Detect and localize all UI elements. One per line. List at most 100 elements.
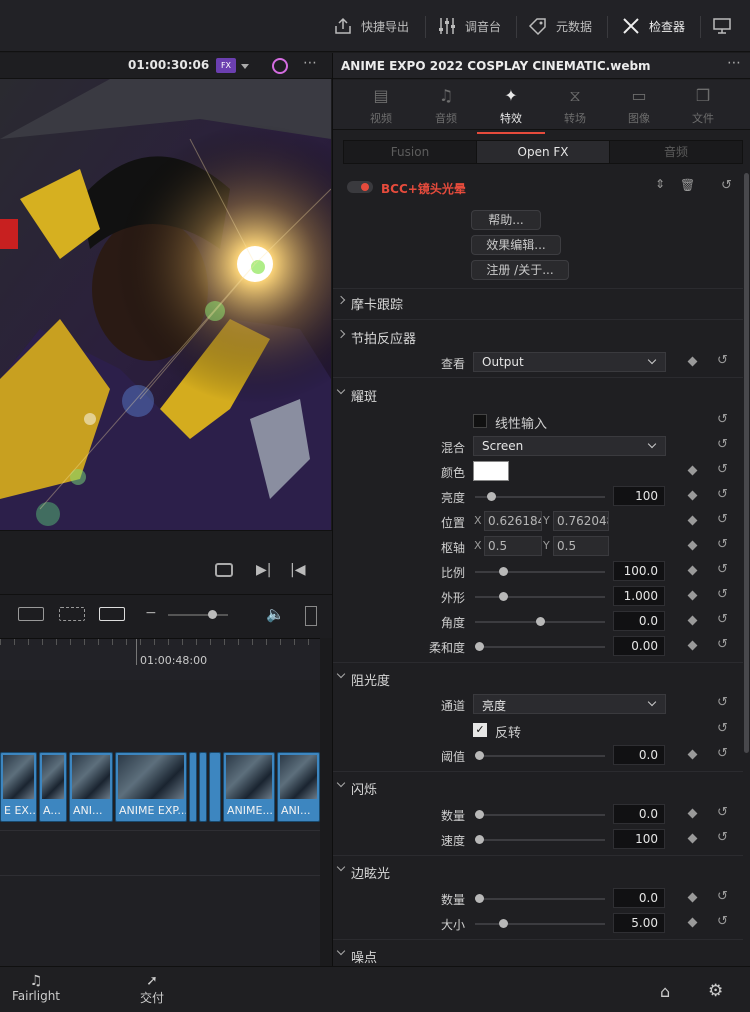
section-beat-reactor[interactable]: 节拍反应器 (333, 323, 743, 348)
edge-amount-slider[interactable] (475, 894, 605, 903)
angle-value[interactable]: 0.0 (613, 611, 665, 631)
zoom-slider[interactable] (168, 614, 228, 616)
reset-icon[interactable]: ↺ (717, 438, 731, 452)
reset-icon[interactable]: ↺ (717, 588, 731, 602)
deliver-page-button[interactable]: ➚ 交付 (128, 973, 176, 1006)
slider-knob[interactable] (499, 567, 509, 576)
reset-icon[interactable]: ↺ (721, 178, 732, 193)
timeline-clip[interactable]: A... (39, 752, 67, 822)
effect-editor-button[interactable]: 效果编辑... (471, 235, 561, 255)
keyframe-icon[interactable] (687, 540, 698, 551)
reset-icon[interactable]: ↺ (717, 831, 731, 845)
reset-icon[interactable]: ↺ (717, 613, 731, 627)
keyframe-icon[interactable] (687, 490, 698, 501)
section-flicker[interactable]: 闪烁 (333, 774, 743, 799)
flicker-amount-slider[interactable] (475, 810, 605, 819)
timeline-tracks[interactable] (0, 680, 320, 970)
softness-value[interactable]: 0.00 (613, 636, 665, 656)
tab-transition[interactable]: ⧖ 转场 (545, 86, 605, 126)
chevron-down-icon[interactable] (241, 64, 249, 69)
tab-audio[interactable]: ♫ 音频 (416, 86, 476, 126)
timeline-clip[interactable] (189, 752, 197, 822)
quick-export-button[interactable]: 快捷导出 (333, 0, 409, 52)
reset-icon[interactable]: ↺ (717, 538, 731, 552)
flicker-speed-slider[interactable] (475, 835, 605, 844)
flicker-amount-value[interactable]: 0.0 (613, 804, 665, 824)
keyframe-icon[interactable] (687, 749, 698, 760)
threshold-value[interactable]: 0.0 (613, 745, 665, 765)
angle-slider[interactable] (475, 617, 605, 626)
section-flare[interactable]: 耀斑 (333, 381, 743, 406)
subtab-openfx[interactable]: Open FX (476, 141, 610, 163)
position-x-input[interactable]: 0.626184 (484, 511, 542, 531)
help-button[interactable]: 帮助... (471, 210, 541, 230)
pivot-y-input[interactable]: 0.5 (553, 536, 609, 556)
tab-video[interactable]: ▤ 视频 (351, 86, 411, 126)
more-icon[interactable]: ⋯ (727, 55, 741, 71)
keyframe-icon[interactable] (687, 892, 698, 903)
section-noise[interactable]: 噪点 (333, 942, 743, 967)
reset-icon[interactable]: ↺ (717, 638, 731, 652)
reset-icon[interactable]: ↺ (717, 696, 731, 710)
tab-effects[interactable]: ✦ 特效 (477, 86, 545, 134)
slider-knob[interactable] (499, 592, 509, 601)
reset-icon[interactable]: ↺ (717, 463, 731, 477)
subtab-audio[interactable]: 音频 (610, 141, 742, 163)
home-icon[interactable]: ⌂ (660, 982, 670, 1001)
reset-icon[interactable]: ↺ (717, 915, 731, 929)
slider-knob[interactable] (535, 617, 545, 626)
slider-knob[interactable] (499, 919, 509, 928)
reset-icon[interactable]: ↺ (717, 747, 731, 761)
reset-icon[interactable]: ↺ (717, 488, 731, 502)
keyframe-icon[interactable] (687, 833, 698, 844)
timeline-clip[interactable]: ANI... (69, 752, 113, 822)
subtab-fusion[interactable]: Fusion (344, 141, 476, 163)
more-icon[interactable]: ⋯ (303, 55, 317, 71)
keyframe-icon[interactable] (687, 356, 698, 367)
zoom-full-icon[interactable] (18, 607, 44, 621)
section-occlusion[interactable]: 阻光度 (333, 665, 743, 690)
slider-knob[interactable] (475, 894, 484, 903)
reset-icon[interactable]: ↺ (717, 354, 731, 368)
slider-knob[interactable] (475, 810, 484, 819)
timeline-clip[interactable]: ANI... (277, 752, 320, 822)
color-wheel-icon[interactable] (272, 58, 288, 74)
reset-icon[interactable]: ↺ (717, 513, 731, 527)
channel-dropdown[interactable]: 亮度 (473, 694, 666, 714)
speaker-icon[interactable]: 🔈 (266, 605, 285, 623)
timeline-clip[interactable]: E EX... (0, 752, 37, 822)
fx-badge[interactable]: FX (216, 58, 236, 73)
gear-icon[interactable]: ⚙ (708, 981, 723, 1001)
zoom-detail-icon[interactable] (59, 607, 85, 621)
timeline-clip[interactable]: ANIME... (223, 752, 275, 822)
zoom-out-icon[interactable]: − (145, 605, 157, 621)
edge-size-value[interactable]: 5.00 (613, 913, 665, 933)
edge-amount-value[interactable]: 0.0 (613, 888, 665, 908)
position-y-input[interactable]: 0.762048 (553, 511, 609, 531)
blend-dropdown[interactable]: Screen (473, 436, 666, 456)
slider-knob[interactable] (475, 751, 484, 760)
scale-value[interactable]: 100.0 (613, 561, 665, 581)
mixer-button[interactable]: 调音台 (437, 0, 501, 52)
brightness-value[interactable]: 100 (613, 486, 665, 506)
slider-knob[interactable] (475, 835, 484, 844)
keyframe-icon[interactable] (687, 515, 698, 526)
view-dropdown[interactable]: Output (473, 352, 666, 372)
inspector-button[interactable]: 检查器 (621, 0, 685, 52)
color-swatch[interactable] (473, 461, 509, 481)
reset-icon[interactable]: ↺ (717, 413, 731, 427)
flicker-speed-value[interactable]: 100 (613, 829, 665, 849)
reset-icon[interactable]: ↺ (717, 722, 731, 736)
edge-size-slider[interactable] (475, 919, 605, 928)
audio-meter-icon[interactable] (305, 606, 317, 626)
threshold-slider[interactable] (475, 751, 605, 760)
reset-icon[interactable]: ↺ (717, 806, 731, 820)
timeline-clip[interactable] (209, 752, 221, 822)
fullscreen-button[interactable] (712, 0, 732, 52)
section-mocha[interactable]: 摩卡跟踪 (333, 289, 743, 314)
slider-knob[interactable] (487, 492, 497, 501)
reset-icon[interactable]: ↺ (717, 890, 731, 904)
metadata-button[interactable]: 元数据 (528, 0, 592, 52)
last-frame-icon[interactable]: |◀ (290, 562, 305, 578)
keyframe-icon[interactable] (687, 590, 698, 601)
